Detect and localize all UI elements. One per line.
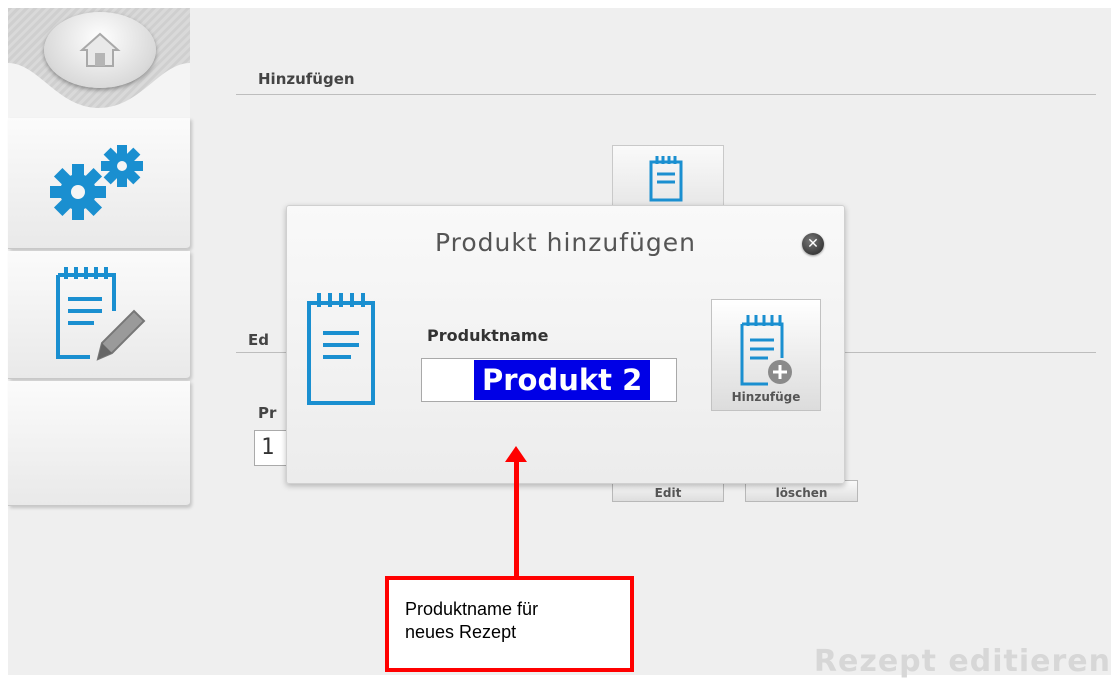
home-button[interactable] bbox=[44, 12, 156, 88]
annotation-callout: Produktname für neues Rezept bbox=[385, 576, 634, 672]
section-title-add: Hinzufügen bbox=[258, 70, 355, 88]
product-name-input[interactable]: Produkt 2 bbox=[421, 358, 677, 402]
notepad-icon bbox=[307, 293, 375, 405]
sidebar-item-recipe[interactable] bbox=[8, 251, 190, 379]
product-name-label: Produktname bbox=[427, 326, 549, 345]
sidebar bbox=[8, 8, 190, 506]
edit-button-label: Edit bbox=[654, 486, 682, 500]
sidebar-item-settings[interactable] bbox=[8, 118, 190, 249]
close-button[interactable]: ✕ bbox=[802, 233, 824, 255]
add-product-dialog: Produkt hinzufügen ✕ Produktname Produkt… bbox=[286, 205, 845, 484]
home-icon bbox=[79, 32, 121, 67]
dialog-title: Produkt hinzufügen bbox=[435, 228, 696, 257]
notepad-icon bbox=[649, 156, 683, 202]
section-title-edit: Ed bbox=[248, 331, 269, 349]
annotation-arrow-line bbox=[514, 458, 519, 578]
section-divider bbox=[236, 94, 1096, 95]
notepad-add-icon bbox=[740, 315, 792, 386]
add-button-label: Hinzufüge bbox=[731, 390, 801, 404]
add-button[interactable]: Hinzufüge bbox=[711, 299, 821, 411]
close-icon: ✕ bbox=[807, 236, 819, 252]
callout-line-1: Produktname für bbox=[405, 599, 539, 619]
product-name-value: Produkt 2 bbox=[474, 360, 651, 400]
callout-line-2: neues Rezept bbox=[405, 622, 517, 642]
field-label-partial: Pr bbox=[258, 404, 277, 422]
sidebar-item-empty[interactable] bbox=[8, 381, 190, 506]
gears-icon bbox=[50, 145, 143, 220]
page-watermark: Rezept editieren bbox=[813, 644, 1111, 679]
notepad-edit-icon bbox=[56, 267, 146, 361]
delete-button-label: löschen bbox=[775, 486, 828, 500]
